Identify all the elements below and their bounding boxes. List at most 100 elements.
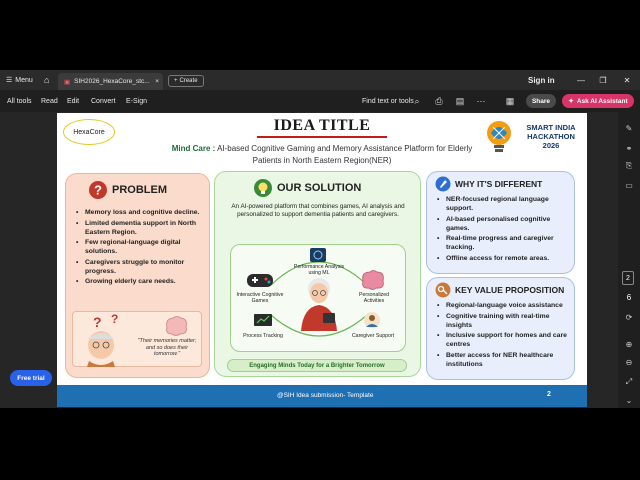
different-item: AI-based personalised cognitive games. [437, 215, 571, 233]
menu-all-tools[interactable]: All tools [7, 90, 32, 112]
rotate-icon[interactable]: ⟳ [623, 311, 635, 323]
subtitle-rest: AI-based Cognitive Gaming and Memory Ass… [215, 144, 473, 165]
value-header: KEY VALUE PROPOSITION [435, 282, 564, 298]
menu-convert[interactable]: Convert [91, 90, 116, 112]
value-panel: KEY VALUE PROPOSITION Regional-language … [426, 277, 575, 380]
solution-tagline: Engaging Minds Today for a Brighter Tomo… [227, 359, 407, 372]
problem-panel: ? PROBLEM Memory loss and cognitive decl… [65, 173, 210, 378]
pages-icon[interactable]: ▭ [623, 179, 635, 191]
value-item: Inclusive support for homes and care cen… [437, 331, 571, 349]
maximize-icon[interactable]: ❐ [596, 70, 610, 90]
different-list: NER-focused regional language support. A… [437, 195, 571, 264]
problem-item: Limited dementia support in North Easter… [76, 219, 204, 237]
team-name: HexaCore [63, 119, 115, 145]
close-tab-icon[interactable]: × [155, 78, 159, 85]
rocket-icon [435, 176, 451, 192]
close-window-icon[interactable]: ✕ [620, 70, 634, 90]
value-list: Regional-language voice assistance Cogni… [437, 301, 571, 370]
different-item: Real-time progress and caregiver trackin… [437, 234, 571, 252]
home-icon[interactable]: ⌂ [44, 70, 49, 90]
caregiver-icon [364, 312, 380, 328]
search-icon[interactable]: ⌕ [411, 95, 423, 107]
svg-text:?: ? [94, 183, 102, 198]
footer-text: @SIH Idea submission- Template [277, 392, 374, 399]
problem-quote: "Their memories matter; and so does thei… [137, 338, 197, 357]
ai-assistant-button[interactable]: ✦ Ask AI Assistant [562, 94, 634, 108]
problem-item: Caregivers struggle to monitor progress. [76, 258, 204, 276]
share-button[interactable]: Share [526, 94, 556, 108]
free-trial-button[interactable]: Free trial [10, 370, 52, 386]
value-item: Regional-language voice assistance [437, 301, 571, 310]
sih-logo-icon [487, 121, 511, 152]
value-title: KEY VALUE PROPOSITION [455, 285, 565, 295]
link-icon[interactable]: ⚭ [623, 142, 635, 154]
menu-esign[interactable]: E-Sign [126, 90, 147, 112]
create-label: Create [179, 78, 198, 84]
solution-title: OUR SOLUTION [277, 182, 362, 194]
app-toolbar: All tools Read Edit Convert E-Sign Find … [0, 90, 640, 112]
sih-logo-text: SMART INDIA HACKATHON 2026 [519, 123, 583, 150]
create-button[interactable]: + Create [168, 75, 204, 87]
screen: ☰ Menu ⌂ ▣ SIH2026_HexaCore_stc... × + C… [0, 0, 640, 480]
browser-tab-bar: ☰ Menu ⌂ ▣ SIH2026_HexaCore_stc... × + C… [0, 70, 640, 90]
hamburger-icon: ☰ [6, 77, 13, 84]
different-panel: WHY IT'S DIFFERENT NER-focused regional … [426, 171, 575, 274]
save-icon[interactable]: ▤ [454, 95, 466, 107]
pdf-icon: ▣ [64, 78, 71, 86]
node-bottom-right-label: Caregiver Support [351, 333, 395, 339]
svg-text:?: ? [111, 313, 118, 326]
idea-subtitle: Mind Care : AI-based Cognitive Gaming an… [157, 143, 487, 167]
different-item: NER-focused regional language support. [437, 195, 571, 213]
elderly-woman-tablet-illustration [301, 278, 337, 331]
fit-page-icon[interactable]: ⤢ [623, 376, 635, 388]
elderly-illustration: ? ? "Their memories matter; and so does … [72, 311, 202, 367]
minimize-icon[interactable]: — [574, 70, 588, 90]
document-tab[interactable]: ▣ SIH2026_HexaCore_stc... × [58, 73, 163, 90]
page-number-input[interactable]: 2 [622, 271, 634, 285]
ai-sparkle-icon: ✦ [568, 98, 574, 105]
solution-desc: An AI-powered platform that combines gam… [231, 203, 405, 218]
print-icon[interactable]: ⎙ [433, 95, 445, 107]
menu-edit[interactable]: Edit [67, 90, 79, 112]
solution-diagram: Performance Analysis using ML Interactiv… [230, 244, 406, 352]
logo-line-1: SMART INDIA [526, 123, 576, 132]
find-tools-input[interactable]: Find text or tools [362, 90, 414, 112]
brain-icon [166, 316, 187, 336]
different-title: WHY IT'S DIFFERENT [455, 179, 543, 189]
problem-item: Few regional-language digital solutions. [76, 238, 204, 256]
node-bottom-left-label: Process Tracking [243, 333, 283, 339]
scroll-down-icon[interactable]: ⌄ [623, 394, 635, 406]
value-item: Cognitive training with real-time insigh… [437, 312, 571, 330]
key-icon [435, 282, 451, 298]
ml-analysis-icon [310, 248, 326, 262]
node-left-label: Interactive Cognitive Games [236, 292, 284, 304]
logo-line-2: HACKATHON [527, 132, 575, 141]
comment-icon[interactable]: ✎ [623, 122, 635, 134]
zoom-out-icon[interactable]: ⊖ [623, 356, 635, 368]
logo-line-3: 2026 [542, 141, 560, 150]
menu-button[interactable]: ☰ Menu [6, 70, 33, 90]
brain-activity-icon [362, 270, 384, 290]
more-icon[interactable]: ⋯ [475, 95, 487, 107]
slide-page: HexaCore IDEA TITLE Mind Care : AI-based… [57, 113, 587, 407]
view-icon[interactable]: ▦ [504, 95, 516, 107]
ai-label: Ask AI Assistant [576, 97, 628, 105]
lightbulb-icon [254, 179, 272, 197]
page-total: 6 [626, 292, 632, 302]
subtitle-lead: Mind Care : [171, 144, 216, 153]
menu-read[interactable]: Read [41, 90, 58, 112]
sign-in-button[interactable]: Sign in [528, 70, 555, 90]
tab-title: SIH2026_HexaCore_stc... [74, 78, 150, 85]
plus-icon: + [174, 78, 178, 84]
different-item: Offline access for remote areas. [437, 254, 571, 263]
value-item: Better access for NER healthcare institu… [437, 351, 571, 369]
slide-footer: @SIH Idea submission- Template 2 [57, 385, 587, 407]
problem-list: Memory loss and cognitive decline. Limit… [76, 208, 204, 288]
gamepad-icon [247, 274, 273, 287]
menu-label: Menu [15, 76, 33, 84]
zoom-in-icon[interactable]: ⊕ [623, 338, 635, 350]
problem-header: ? PROBLEM [88, 180, 167, 200]
question-icon: ? [89, 181, 107, 199]
bookmark-icon[interactable]: ⎘ [623, 160, 635, 172]
svg-text:?: ? [93, 314, 102, 330]
